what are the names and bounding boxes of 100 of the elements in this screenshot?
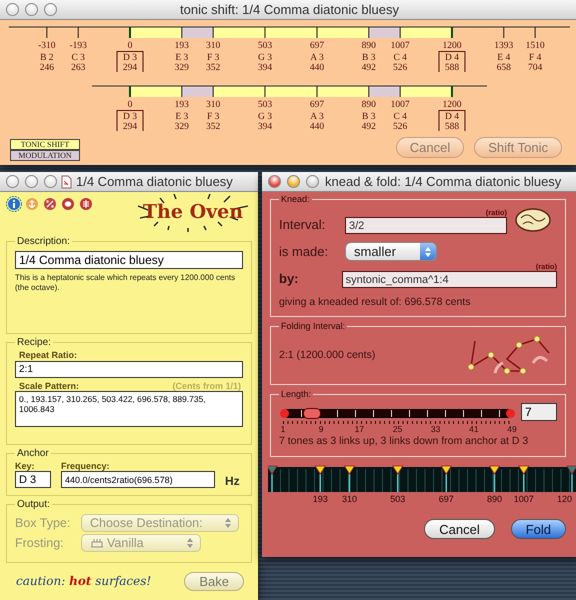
note-name: D 3 — [123, 53, 137, 63]
note-cents: 503 — [258, 100, 272, 110]
tick-label: 25 — [392, 424, 402, 434]
tick-mark — [400, 26, 401, 38]
tick-label: 41 — [469, 424, 479, 434]
tick-mark — [316, 86, 318, 98]
tick-label: 1 — [280, 424, 286, 434]
note-name: A 3 — [310, 53, 324, 63]
slider-thumb[interactable] — [303, 408, 322, 419]
note-name: C 3 — [71, 53, 85, 63]
legend-item: TONIC SHIFT — [10, 139, 80, 150]
tick-label: 9 — [318, 424, 324, 434]
group-label: Recipe: — [16, 337, 52, 348]
note-cents: 193 — [174, 41, 189, 51]
note-frequency: 440 — [310, 63, 324, 72]
note-frequency: 588 — [444, 122, 460, 131]
bake-button[interactable]: Bake — [184, 572, 244, 590]
note-frequency: 658 — [496, 63, 511, 72]
note-frequency: 588 — [444, 63, 460, 72]
close-button[interactable] — [268, 175, 281, 188]
note-name: B 3 — [362, 112, 376, 122]
note-name: D 4 — [444, 53, 459, 63]
note-cents: 503 — [258, 41, 272, 51]
length-slider[interactable] — [283, 409, 512, 418]
marker-label: 310 — [342, 494, 358, 504]
description-text: This is a heptatonic scale which repeats every 1200.000 cents (the octave). — [15, 273, 236, 293]
tick-mark — [212, 86, 214, 98]
info-icon[interactable] — [6, 196, 22, 212]
note-cents: 1200 — [442, 100, 462, 110]
tone-marker — [314, 466, 326, 492]
anchor-marker — [566, 466, 576, 492]
input-field[interactable]: 3/2 — [345, 217, 507, 234]
note-frequency: 394 — [258, 122, 272, 131]
input-field[interactable]: D 3 — [15, 471, 51, 488]
minimize-button[interactable] — [25, 3, 38, 16]
note-frequency: 352 — [206, 63, 220, 72]
zoom-button[interactable] — [44, 3, 57, 16]
fold-button[interactable]: Fold — [510, 519, 566, 539]
updown-arrows-icon — [186, 537, 194, 549]
marker-label: 503 — [390, 494, 406, 504]
note-name: F 3 — [206, 112, 220, 122]
note-cents: 310 — [206, 41, 220, 51]
document-icon — [61, 174, 72, 188]
tone-marker — [440, 466, 452, 492]
tick-mark — [400, 86, 401, 98]
note-frequency: 329 — [174, 122, 189, 131]
note-frequency: 492 — [362, 122, 376, 131]
field-label: Scale Pattern: — [19, 381, 80, 391]
percent-icon[interactable] — [42, 196, 58, 212]
group-label: Folding Interval: — [280, 321, 346, 331]
note-frequency: 526 — [393, 122, 408, 131]
field-label: Frosting: — [15, 536, 65, 550]
note-cents: 0 — [128, 41, 132, 51]
note-cents: 0 — [128, 100, 132, 110]
units-hint: (Cents from 1/1) — [172, 381, 241, 391]
interval-text: 2:1 (1200.000 cents) — [279, 349, 376, 361]
note-frequency: 492 — [362, 63, 376, 72]
input-field[interactable]: 440.0/cents2ratio(696.578) — [61, 471, 215, 488]
tone-marker — [392, 466, 404, 492]
tick-mark — [316, 26, 318, 38]
tick-mark — [181, 26, 182, 38]
note-cents: -193 — [70, 41, 87, 51]
slider-end-cap — [506, 409, 515, 418]
field-label: Interval: — [279, 217, 326, 234]
note-cents: 697 — [310, 41, 324, 51]
note-cents: 310 — [206, 100, 220, 110]
input-field[interactable]: 2:1 — [15, 361, 243, 378]
note-cents: 1200 — [442, 41, 462, 51]
note-name: C 4 — [393, 112, 407, 122]
text-area[interactable]: 0., 193.157, 310.265, 503.422, 696.578, 889.735, 1006.843 — [15, 391, 243, 427]
caution-note: caution: hot surfaces! — [16, 574, 152, 588]
input-field[interactable]: syntonic_comma^1:4 — [342, 271, 557, 288]
tick-mark — [46, 26, 48, 38]
unit-label: Hz — [225, 474, 240, 488]
marker-label: 193 — [312, 494, 328, 504]
tick-mark — [129, 86, 131, 97]
cancel-button[interactable]: Cancel — [424, 519, 495, 539]
note-cents: 1510 — [526, 41, 545, 51]
anchor-marker — [268, 466, 278, 492]
minimize-button[interactable] — [287, 175, 300, 188]
zoom-button[interactable] — [306, 175, 319, 188]
minimize-button[interactable] — [25, 175, 38, 188]
group-label: Description: — [16, 236, 71, 247]
anchor-icon[interactable] — [24, 196, 40, 212]
note-frequency: 352 — [206, 122, 220, 131]
tick-label: 17 — [354, 424, 364, 434]
note-cents: 1007 — [390, 100, 410, 110]
input-field[interactable]: 1/4 Comma diatonic bluesy — [15, 251, 243, 269]
close-button[interactable] — [6, 175, 19, 188]
group-label: Knead: — [280, 194, 311, 204]
input-field[interactable]: 7 — [521, 403, 557, 421]
note-name: C 4 — [393, 53, 407, 63]
note-name: E 3 — [175, 53, 188, 63]
dropdown[interactable]: smaller — [345, 242, 437, 261]
zoom-button[interactable] — [44, 175, 57, 188]
tick-mark — [534, 26, 536, 38]
tick-label: 49 — [507, 424, 517, 434]
close-button[interactable] — [6, 3, 19, 16]
group-label: Anchor — [16, 448, 50, 459]
tick-mark — [129, 27, 131, 38]
